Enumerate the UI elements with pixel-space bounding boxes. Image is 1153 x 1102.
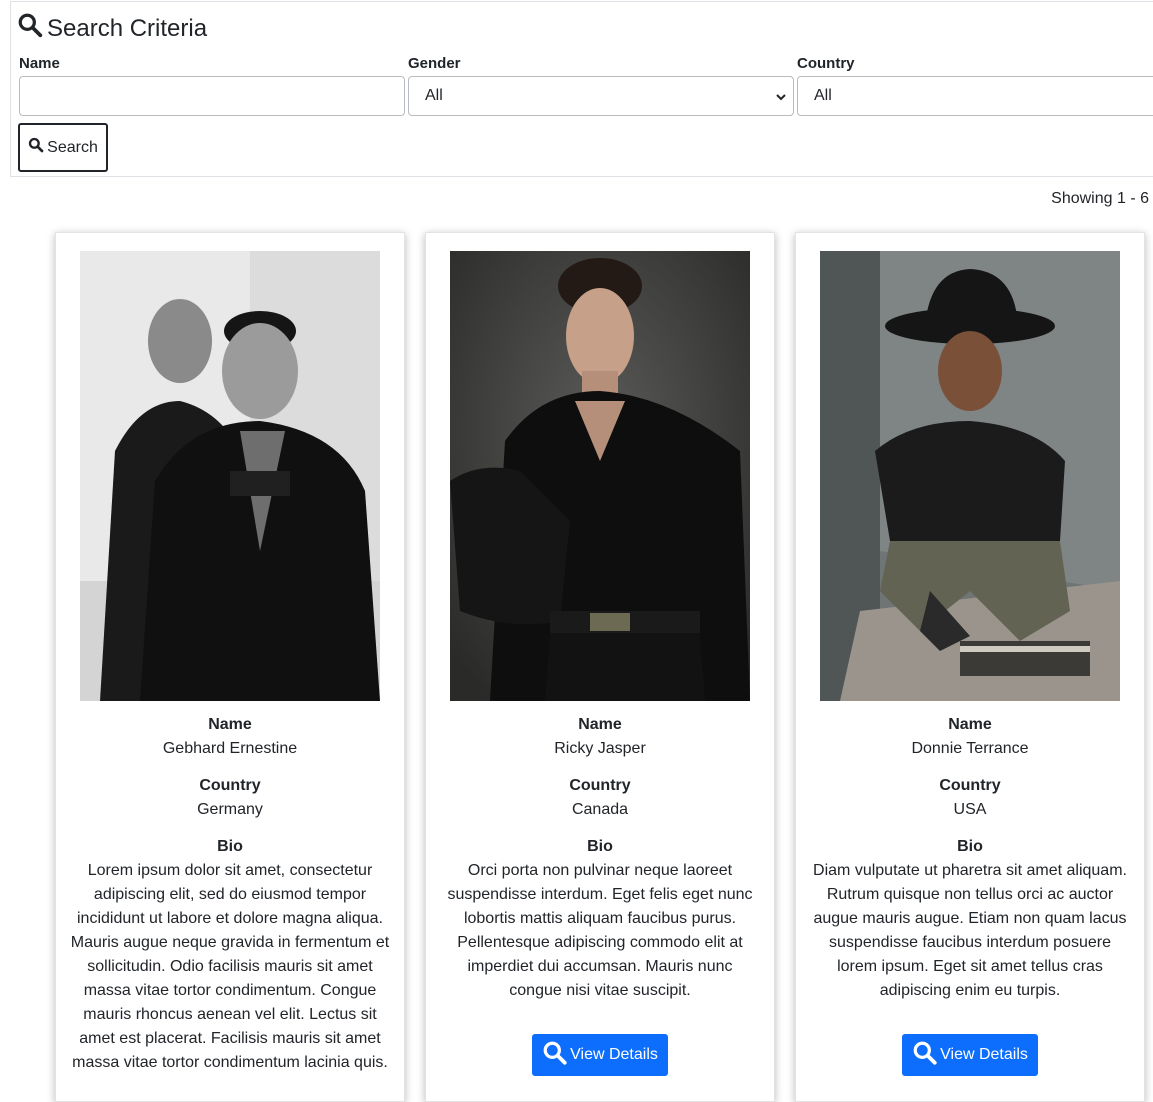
name-input[interactable] [19,76,405,116]
model-name: Gebhard Ernestine [162,740,298,757]
bio-heading: Bio [957,838,983,855]
view-details-button[interactable]: View Details [902,1034,1038,1076]
search-criteria-title: Search Criteria [47,14,208,42]
bio-heading: Bio [587,838,613,855]
view-details-button[interactable]: View Details [532,1034,668,1076]
chevron-down-icon [775,90,787,108]
model-photo [820,251,1120,701]
model-photo [80,251,380,701]
gender-selected-value: All [425,87,443,104]
country-label: Country [797,55,855,72]
country-select[interactable]: All [797,76,1153,116]
country-heading: Country [199,777,261,794]
results-count: Showing 1 - 6 [1051,190,1149,207]
country-selected-value: All [814,87,832,104]
model-bio: Orci porta non pulvinar neque laoreet su… [447,862,753,999]
search-icon [17,12,47,45]
gender-label: Gender [408,55,461,72]
model-country: USA [953,801,987,818]
name-heading: Name [948,716,992,733]
view-details-label: View Details [570,1046,658,1063]
name-heading: Name [208,716,252,733]
model-bio: Lorem ipsum dolor sit amet, consectetur … [70,862,390,1071]
country-heading: Country [939,777,1001,794]
model-info: Name Donnie Terrance Country USA Bio Dia… [806,713,1134,1076]
search-button[interactable]: Search [18,123,108,172]
bio-heading: Bio [217,838,243,855]
name-label: Name [19,55,60,72]
model-bio: Diam vulputate ut pharetra sit amet aliq… [813,862,1127,999]
name-heading: Name [578,716,622,733]
search-icon [28,137,44,158]
search-icon [542,1040,568,1071]
gender-select[interactable]: All [408,76,794,116]
search-button-label: Search [47,138,98,156]
model-info: Name Ricky Jasper Country Canada Bio Orc… [436,713,764,1076]
model-name: Donnie Terrance [911,740,1029,757]
model-card: Name Donnie Terrance Country USA Bio Dia… [795,232,1145,1102]
search-icon [912,1040,938,1071]
model-photo [450,251,750,701]
model-country: Canada [571,801,629,818]
country-heading: Country [569,777,631,794]
search-criteria-panel: Search Criteria Name Gender All Country … [10,1,1153,177]
model-name: Ricky Jasper [554,740,646,757]
model-card: Name Ricky Jasper Country Canada Bio Orc… [425,232,775,1102]
search-criteria-heading: Search Criteria [17,12,207,45]
model-info: Name Gebhard Ernestine Country Germany B… [66,713,394,1075]
model-country: Germany [197,801,263,818]
model-card: Name Gebhard Ernestine Country Germany B… [55,232,405,1102]
view-details-label: View Details [940,1046,1028,1063]
